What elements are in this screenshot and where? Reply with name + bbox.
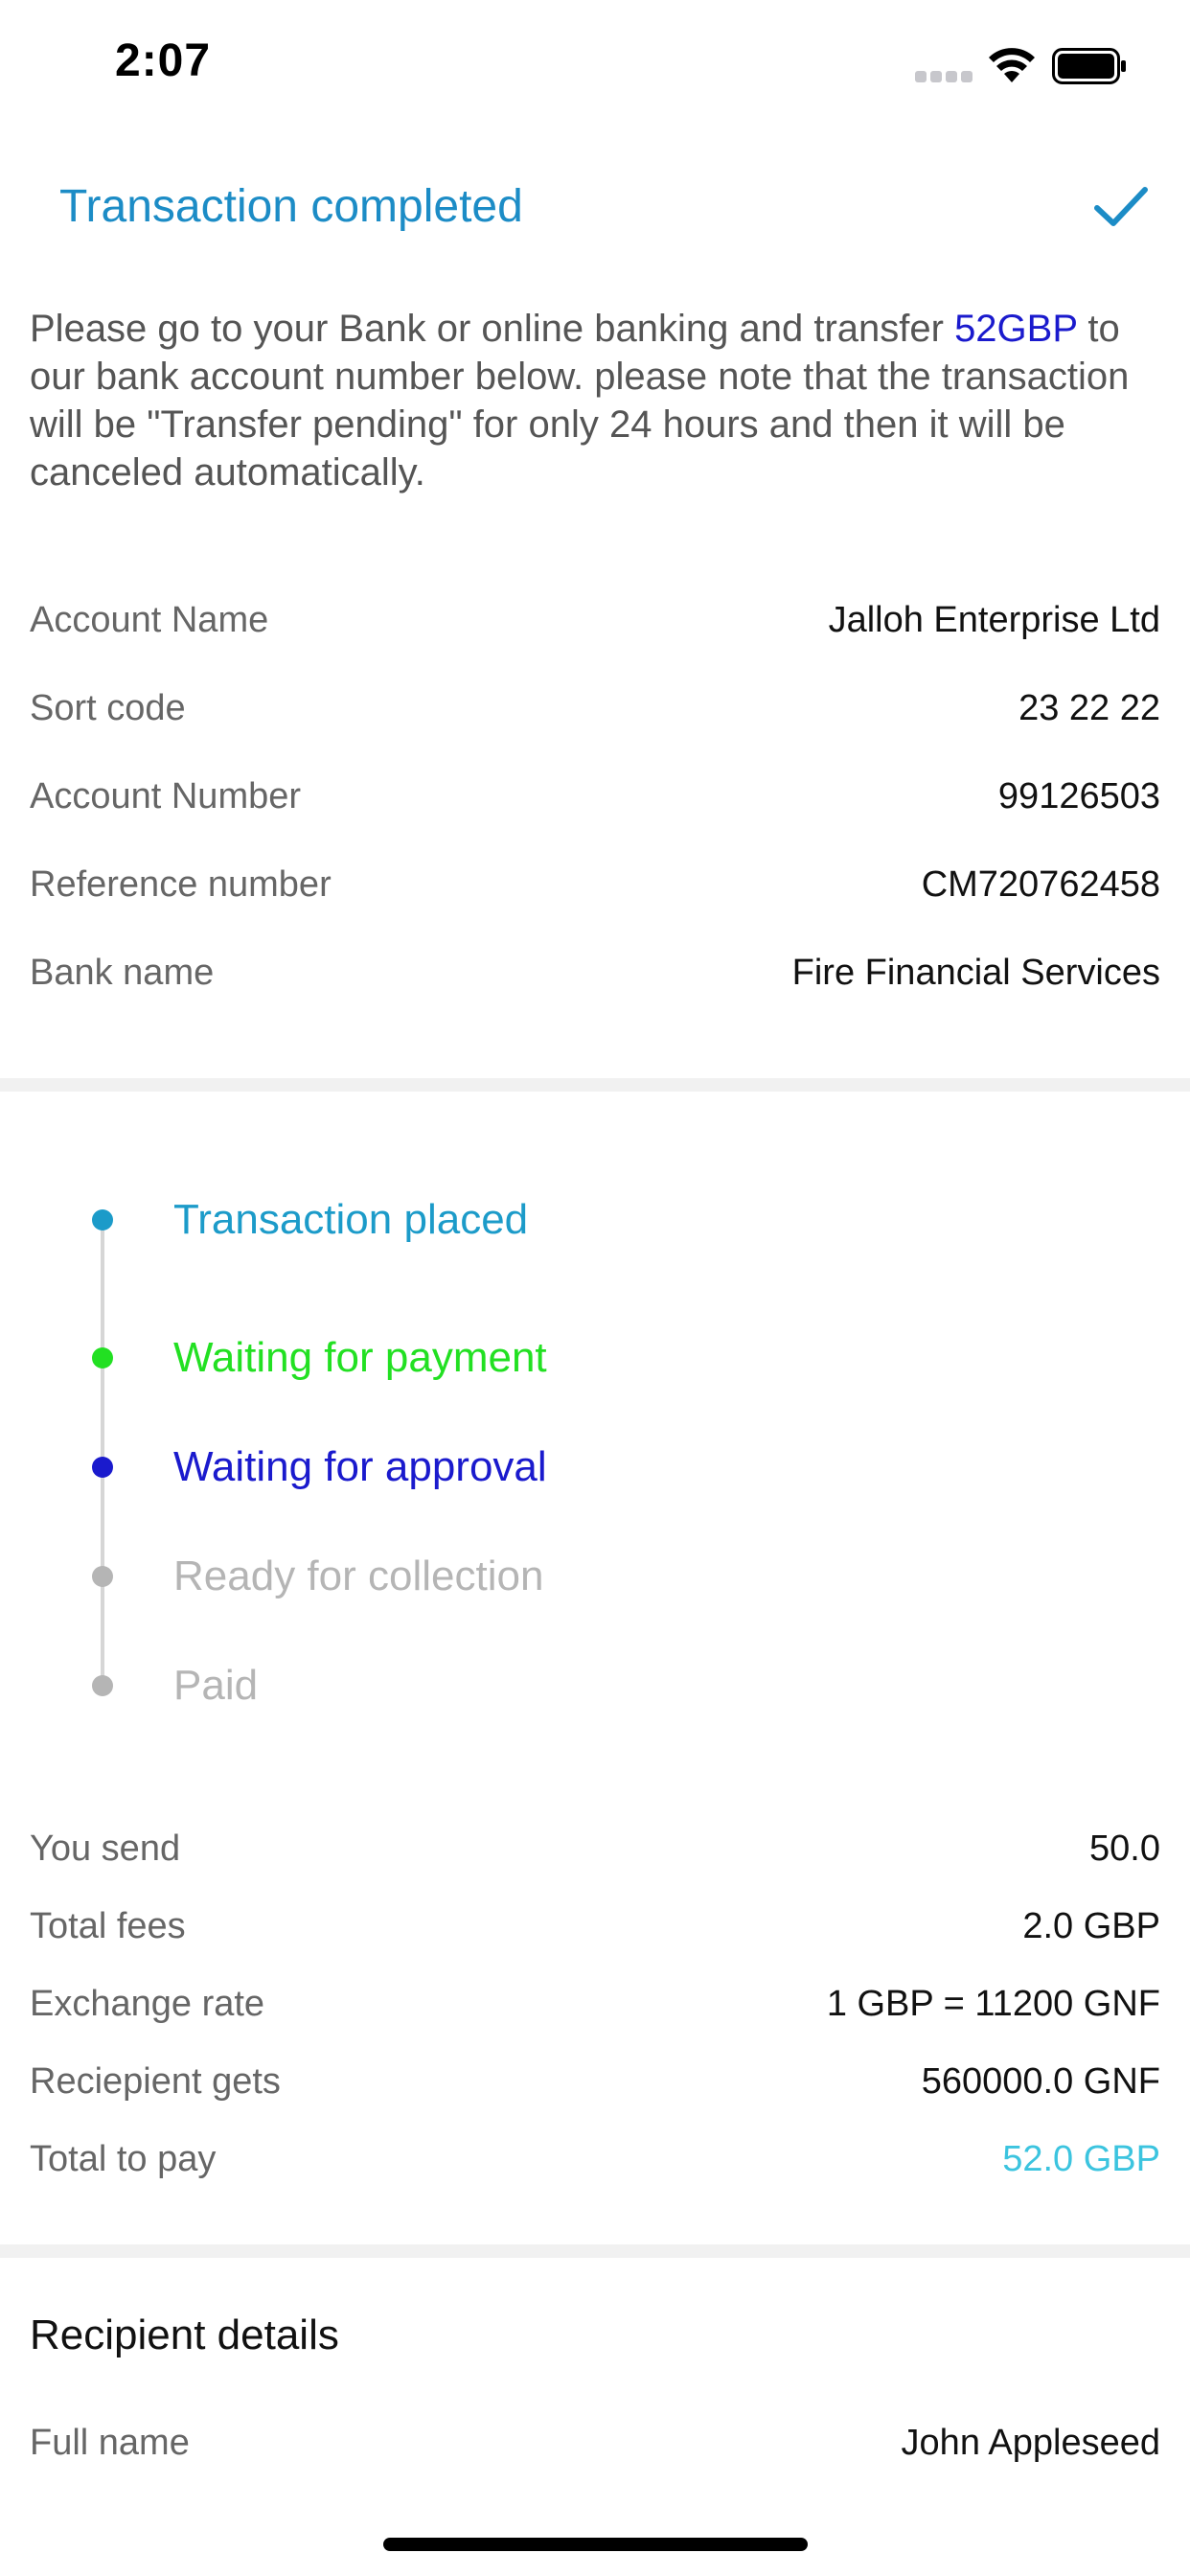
- step-label: Ready for collection: [173, 1552, 544, 1599]
- summary-label: Total fees: [30, 1906, 186, 1946]
- summary-value: 50.0: [1089, 1828, 1160, 1869]
- detail-value: 99126503: [997, 776, 1160, 816]
- detail-label: Account Number: [30, 776, 302, 816]
- summary-value: 1 GBP = 11200 GNF: [826, 1984, 1160, 2024]
- detail-label: Account Name: [30, 600, 269, 640]
- summary-row: You send 50.0: [30, 1821, 1160, 1878]
- summary-value: 2.0 GBP: [1022, 1906, 1160, 1946]
- page-title: Transaction completed: [59, 181, 523, 232]
- battery-icon: [1052, 48, 1126, 84]
- bank-detail-row: Account Number 99126503: [30, 769, 1160, 826]
- detail-value: CM720762458: [921, 864, 1160, 905]
- summary-row: Reciepient gets 560000.0 GNF: [30, 2054, 1160, 2111]
- detail-label: Reference number: [30, 864, 332, 905]
- step-label: Paid: [173, 1662, 259, 1709]
- step-label: Waiting for payment: [173, 1334, 547, 1381]
- wifi-icon: [989, 48, 1035, 82]
- bank-detail-row: Bank name Fire Financial Services: [30, 945, 1160, 1002]
- detail-value: Fire Financial Services: [791, 953, 1160, 993]
- status-dot: [92, 1457, 113, 1478]
- status-bar: 2:07: [0, 0, 1190, 134]
- summary-value: 560000.0 GNF: [921, 2061, 1160, 2102]
- summary-label: Total to pay: [30, 2139, 217, 2179]
- header: Transaction completed: [0, 172, 1190, 249]
- summary-label: Exchange rate: [30, 1984, 265, 2024]
- status-dot: [92, 1675, 113, 1696]
- bank-detail-row: Sort code 23 22 22: [30, 680, 1160, 738]
- instructions-text-before: Please go to your Bank or online banking…: [30, 308, 955, 350]
- recipient-section-title: Recipient details: [30, 2312, 339, 2358]
- status-dot: [92, 1209, 113, 1230]
- checkmark-icon: [1094, 187, 1148, 226]
- status-dot: [92, 1347, 113, 1368]
- step-label: Transaction placed: [173, 1196, 529, 1243]
- transfer-instructions: Please go to your Bank or online banking…: [30, 305, 1160, 496]
- step-label: Waiting for approval: [173, 1443, 547, 1490]
- recipient-value: John Appleseed: [901, 2423, 1160, 2463]
- summary-row: Total fees 2.0 GBP: [30, 1898, 1160, 1956]
- detail-label: Bank name: [30, 953, 215, 993]
- home-indicator[interactable]: [383, 2538, 808, 2551]
- detail-value: Jalloh Enterprise Ltd: [828, 600, 1160, 640]
- detail-label: Sort code: [30, 688, 186, 728]
- bank-detail-row: Account Name Jalloh Enterprise Ltd: [30, 592, 1160, 650]
- recipient-label: Full name: [30, 2423, 190, 2463]
- section-divider: [0, 2244, 1190, 2258]
- recipient-row: Full name John Appleseed: [30, 2415, 1160, 2472]
- summary-row: Exchange rate 1 GBP = 11200 GNF: [30, 1976, 1160, 2034]
- detail-value: 23 22 22: [1018, 688, 1160, 728]
- timeline-step: Waiting for approval: [0, 1434, 1190, 1501]
- cellular-signal-icon: [915, 71, 973, 82]
- bank-detail-row: Reference number CM720762458: [30, 857, 1160, 914]
- total-to-pay-value: 52.0 GBP: [1002, 2139, 1160, 2179]
- status-time: 2:07: [115, 35, 212, 86]
- timeline-step: Ready for collection: [0, 1543, 1190, 1610]
- transfer-amount: 52GBP: [954, 308, 1078, 350]
- section-divider: [0, 1078, 1190, 1092]
- timeline-step: Paid: [0, 1652, 1190, 1719]
- summary-label: You send: [30, 1828, 181, 1869]
- timeline-step: Transaction placed: [0, 1186, 1190, 1254]
- status-dot: [92, 1566, 113, 1587]
- timeline-step: Waiting for payment: [0, 1324, 1190, 1392]
- summary-row: Total to pay 52.0 GBP: [30, 2131, 1160, 2189]
- summary-label: Reciepient gets: [30, 2061, 281, 2102]
